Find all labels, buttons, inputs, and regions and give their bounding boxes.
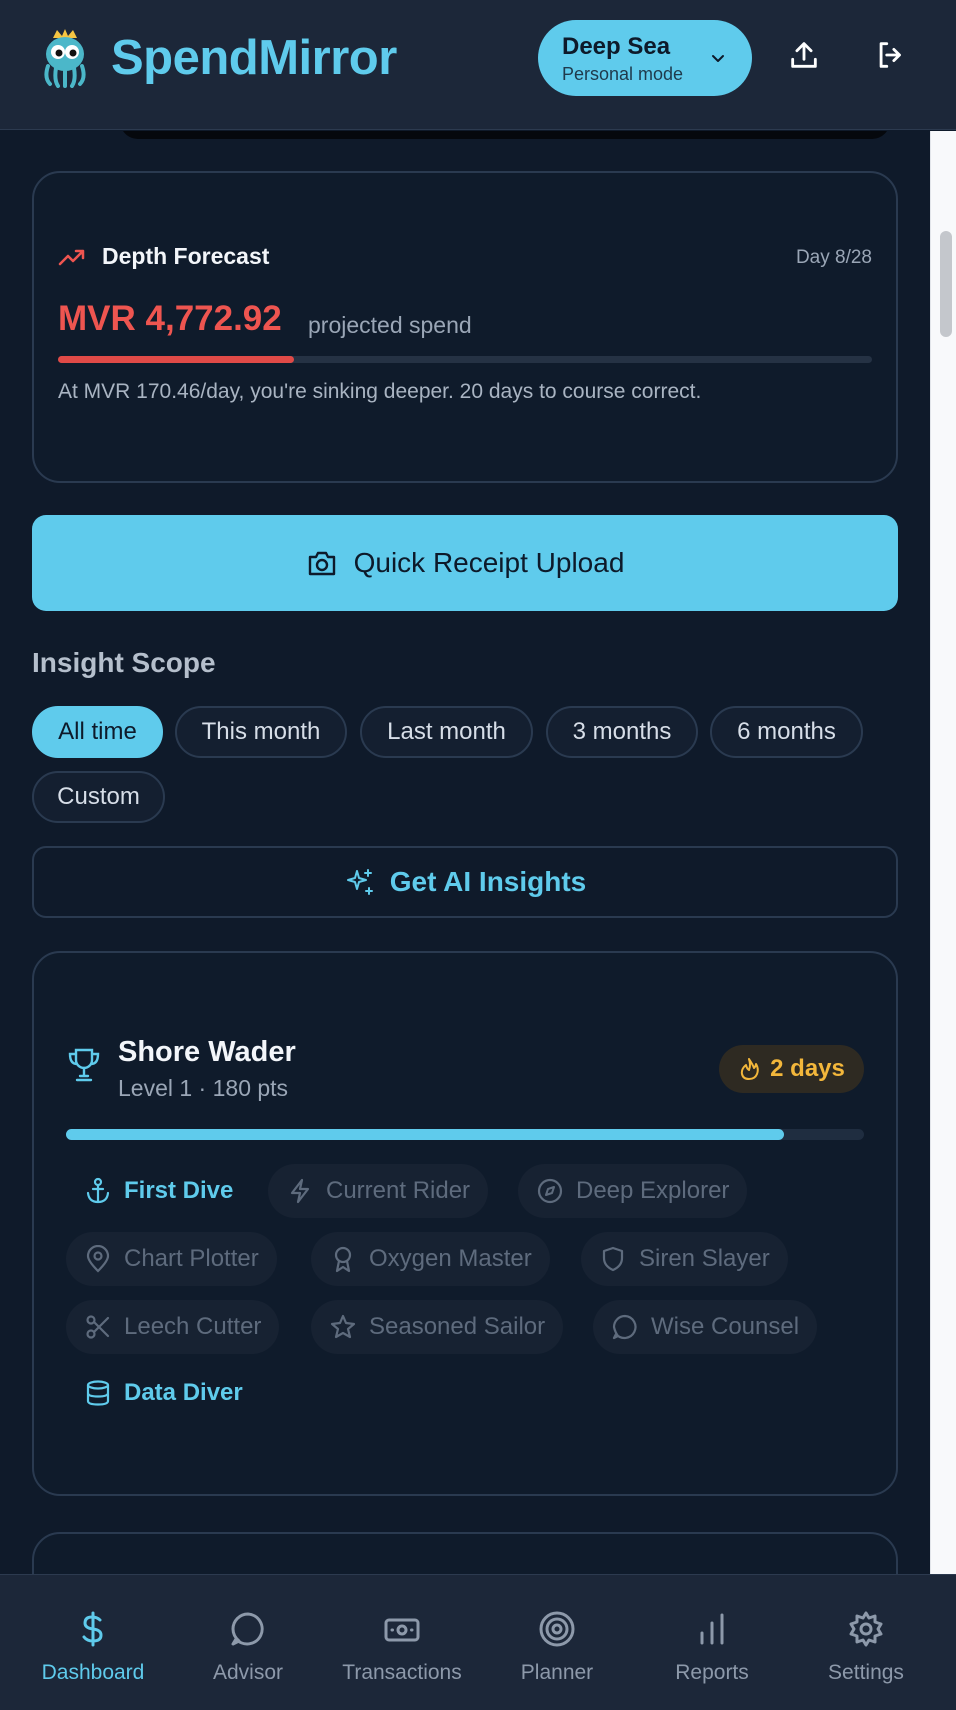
- forecast-day: Day 8/28: [795, 247, 872, 268]
- badge-current-rider[interactable]: Current Rider: [268, 1164, 489, 1218]
- forecast-progress-track: [58, 356, 872, 363]
- scope-chip-custom[interactable]: Custom: [32, 771, 165, 823]
- nav-settings[interactable]: Settings: [791, 1575, 941, 1710]
- scope-chip-6-months[interactable]: 6 months: [710, 706, 863, 758]
- chevron-down-icon: [712, 55, 724, 62]
- nav-label: Planner: [520, 1661, 594, 1684]
- database-icon: [86, 1380, 110, 1406]
- quick-receipt-upload-button[interactable]: Quick Receipt Upload: [32, 515, 898, 611]
- achievement-level-title: Shore Wader: [118, 1036, 296, 1068]
- previous-card-edge: [120, 131, 890, 139]
- nav-label: Transactions: [342, 1661, 462, 1684]
- trophy-icon: [68, 1048, 100, 1082]
- target-icon: [539, 1611, 575, 1647]
- upload-button-label: Quick Receipt Upload: [353, 547, 625, 578]
- map-pin-icon: [86, 1245, 110, 1273]
- logout-icon[interactable]: [874, 38, 908, 72]
- sparkles-icon: [346, 869, 373, 895]
- badge-siren-slayer[interactable]: Siren Slayer: [581, 1232, 788, 1286]
- nav-label: Dashboard: [41, 1661, 145, 1684]
- badge-label: Chart Plotter: [124, 1245, 259, 1272]
- badge-first-dive[interactable]: First Dive: [66, 1164, 251, 1218]
- banknote-icon: [384, 1618, 420, 1642]
- badge-oxygen-master[interactable]: Oxygen Master: [311, 1232, 550, 1286]
- badge-chart-plotter[interactable]: Chart Plotter: [66, 1232, 277, 1286]
- badge-data-diver[interactable]: Data Diver: [66, 1366, 261, 1420]
- badge-label: First Dive: [124, 1177, 234, 1204]
- badge-wise-counsel[interactable]: Wise Counsel: [593, 1300, 818, 1354]
- nav-label: Advisor: [212, 1661, 284, 1684]
- scope-chip-last-month[interactable]: Last month: [360, 706, 533, 758]
- badge-label: Oxygen Master: [369, 1245, 532, 1272]
- nav-label: Reports: [675, 1661, 749, 1684]
- badge-label: Data Diver: [124, 1379, 243, 1406]
- ai-insights-label: Get AI Insights: [389, 866, 587, 897]
- badge-label: Current Rider: [326, 1177, 471, 1204]
- anchor-icon: [86, 1177, 110, 1204]
- mode-selector[interactable]: Deep Sea Personal mode: [538, 20, 752, 96]
- streak-badge: 2 days: [719, 1045, 864, 1093]
- badge-label: Wise Counsel: [651, 1313, 800, 1340]
- nav-dashboard[interactable]: Dashboard: [18, 1575, 168, 1710]
- nav-planner[interactable]: Planner: [482, 1575, 632, 1710]
- scope-chip-3-months[interactable]: 3 months: [546, 706, 698, 758]
- badge-label: Leech Cutter: [124, 1313, 262, 1340]
- app-header: SpendMirror Deep Sea Personal mode: [0, 0, 956, 130]
- badge-deep-explorer[interactable]: Deep Explorer: [518, 1164, 748, 1218]
- forecast-amount: MVR 4,772.92: [58, 299, 282, 338]
- forecast-title: Depth Forecast: [102, 243, 270, 269]
- chat-icon: [231, 1612, 264, 1646]
- octopus-logo-icon: [44, 29, 86, 88]
- nav-label: Settings: [828, 1661, 904, 1684]
- compass-icon: [537, 1178, 563, 1204]
- forecast-progress-fill: [58, 356, 295, 363]
- chat-icon: [612, 1314, 637, 1340]
- badge-leech-cutter[interactable]: Leech Cutter: [66, 1300, 280, 1354]
- insight-scope-title: Insight Scope: [32, 647, 216, 678]
- shield-icon: [602, 1246, 624, 1272]
- badge-label: Seasoned Sailor: [369, 1313, 546, 1340]
- forecast-message: At MVR 170.46/day, you're sinking deeper…: [58, 380, 702, 403]
- upload-icon[interactable]: [787, 38, 821, 72]
- scope-chip-all-time[interactable]: All time: [32, 706, 163, 758]
- get-ai-insights-button[interactable]: Get AI Insights: [32, 846, 898, 918]
- star-icon: [330, 1314, 356, 1339]
- nav-advisor[interactable]: Advisor: [173, 1575, 323, 1710]
- bottom-navigation: Dashboard Advisor Transactions Planner R…: [0, 1574, 956, 1710]
- dashboard-scroll-area[interactable]: Depth Forecast Day 8/28 MVR 4,772.92 pro…: [0, 131, 930, 1574]
- dollar-icon: [82, 1611, 103, 1647]
- badge-seasoned-sailor[interactable]: Seasoned Sailor: [311, 1300, 564, 1354]
- scissors-icon: [86, 1315, 110, 1339]
- flame-icon: [740, 1058, 759, 1080]
- trending-up-icon: [58, 249, 85, 266]
- achievement-level-subtitle: Level 1 · 180 pts: [118, 1075, 289, 1101]
- scrollbar-thumb[interactable]: [940, 231, 952, 337]
- nav-reports[interactable]: Reports: [637, 1575, 787, 1710]
- app-brand: SpendMirror: [111, 31, 397, 85]
- forecast-amount-suffix: projected spend: [308, 312, 472, 338]
- lightning-icon: [290, 1178, 310, 1204]
- mode-subtitle: Personal mode: [562, 64, 684, 84]
- award-icon: [334, 1246, 352, 1273]
- scope-chip-this-month[interactable]: This month: [175, 706, 347, 758]
- badge-label: Deep Explorer: [576, 1177, 730, 1204]
- mode-title: Deep Sea: [562, 33, 671, 60]
- camera-icon: [308, 551, 335, 576]
- scrollbar-track[interactable]: [930, 131, 956, 1574]
- badge-label: Siren Slayer: [639, 1245, 770, 1272]
- level-progress-track: [66, 1129, 864, 1140]
- streak-label: 2 days: [770, 1055, 845, 1082]
- level-progress-fill: [66, 1129, 785, 1140]
- nav-transactions[interactable]: Transactions: [327, 1575, 477, 1710]
- bar-chart-icon: [700, 1613, 724, 1645]
- gear-icon: [849, 1611, 883, 1647]
